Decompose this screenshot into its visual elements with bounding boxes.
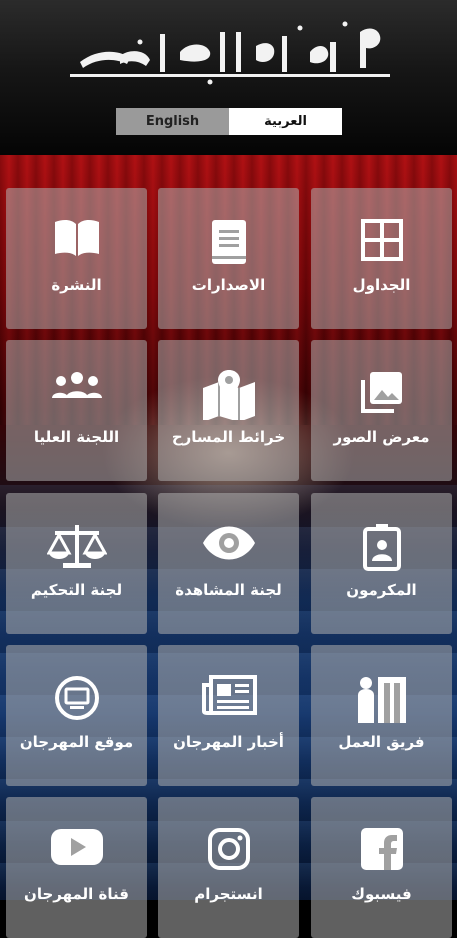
book-icon bbox=[211, 220, 246, 264]
monitor-icon bbox=[54, 676, 99, 720]
tile-work-team[interactable]: فريق العمل bbox=[311, 645, 452, 786]
tile-label: أخبار المهرجان bbox=[173, 733, 284, 751]
group-icon bbox=[51, 372, 102, 398]
eye-icon bbox=[202, 526, 255, 560]
tile-label: معرض الصور bbox=[333, 428, 430, 446]
instagram-icon bbox=[207, 828, 250, 870]
tile-label: النشرة bbox=[51, 276, 102, 294]
tile-jury[interactable]: لجنة التحكيم bbox=[6, 493, 147, 634]
tile-label: الجداول bbox=[352, 276, 411, 294]
tile-theater-maps[interactable]: خرائط المسارح bbox=[158, 340, 299, 481]
arabic-button[interactable]: العربية bbox=[229, 108, 342, 135]
badge-icon bbox=[362, 524, 401, 571]
tile-festival-news[interactable]: أخبار المهرجان bbox=[158, 645, 299, 786]
scales-icon bbox=[46, 525, 107, 568]
photo-icon bbox=[360, 372, 402, 413]
tile-honorees[interactable]: المكرمون bbox=[311, 493, 452, 634]
tile-label: لجنة التحكيم bbox=[30, 581, 123, 599]
map-icon bbox=[202, 370, 255, 420]
tile-instagram[interactable]: انستجرام bbox=[158, 797, 299, 938]
tile-label: فيسبوك bbox=[351, 885, 412, 903]
newspaper-icon bbox=[201, 675, 257, 715]
youtube-icon bbox=[50, 829, 103, 865]
tile-label: فريق العمل bbox=[338, 733, 425, 751]
english-button[interactable]: English bbox=[116, 108, 229, 135]
tile-label: خرائط المسارح bbox=[171, 428, 286, 446]
language-toggle[interactable]: English العربية bbox=[116, 108, 342, 135]
tile-label: اللجنة العليا bbox=[33, 428, 120, 446]
tile-facebook[interactable]: فيسبوك bbox=[311, 797, 452, 938]
tile-viewing-committee[interactable]: لجنة المشاهدة bbox=[158, 493, 299, 634]
festival-logo bbox=[70, 21, 390, 85]
tile-label: موقع المهرجان bbox=[19, 733, 134, 751]
team-door-icon bbox=[357, 677, 406, 723]
tile-festival-channel[interactable]: قناة المهرجان bbox=[6, 797, 147, 938]
tile-label: قناة المهرجان bbox=[24, 885, 129, 903]
grid-icon bbox=[360, 219, 403, 261]
tile-label: انستجرام bbox=[194, 885, 263, 903]
header: English العربية bbox=[0, 0, 457, 155]
tile-publications[interactable]: الاصدارات bbox=[158, 188, 299, 329]
tile-label: لجنة المشاهدة bbox=[175, 581, 282, 599]
tile-photo-gallery[interactable]: معرض الصور bbox=[311, 340, 452, 481]
facebook-icon bbox=[360, 828, 403, 870]
tile-higher-committee[interactable]: اللجنة العليا bbox=[6, 340, 147, 481]
tile-label: المكرمون bbox=[346, 581, 417, 599]
tile-schedules[interactable]: الجداول bbox=[311, 188, 452, 329]
tile-bulletin[interactable]: النشرة bbox=[6, 188, 147, 329]
tile-festival-website[interactable]: موقع المهرجان bbox=[6, 645, 147, 786]
tile-label: الاصدارات bbox=[191, 276, 266, 294]
open-book-icon bbox=[54, 219, 99, 256]
